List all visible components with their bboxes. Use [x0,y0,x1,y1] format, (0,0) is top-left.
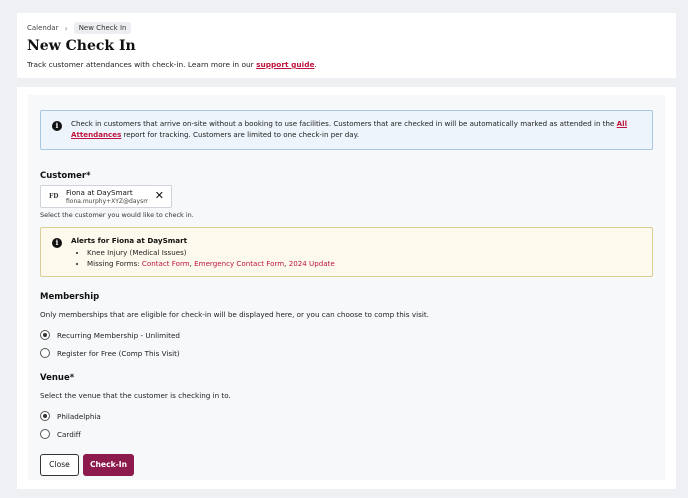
customer-name: Fiona at DaySmart [66,188,133,197]
info-icon: i [52,238,62,248]
chevron-right-icon: › [64,23,68,33]
page-description: Track customer attendances with check-in… [27,60,317,69]
membership-description: Only memberships that are eligible for c… [40,310,429,319]
customer-selector[interactable]: FD Fiona at DaySmart fiona.murphy+XYZ@da… [40,185,172,208]
customer-email: fiona.murphy+XYZ@daysma [66,198,148,205]
contact-form-link[interactable]: Contact Form [142,259,190,268]
customer-label: Customer* [40,171,91,181]
venue-label: Venue* [40,373,75,383]
breadcrumb-current: New Check In [73,22,132,34]
radio-button-selected[interactable] [40,330,50,340]
alerts-title: Alerts for Fiona at DaySmart [71,236,188,245]
customer-helper-text: Select the customer you would like to ch… [40,211,194,219]
check-in-form-card: i Check in customers that arrive on-site… [17,87,676,489]
venue-option-label: Philadelphia [57,411,101,421]
emergency-contact-form-link[interactable]: Emergency Contact Form [194,259,284,268]
membership-option-label: Register for Free (Comp This Visit) [57,348,180,358]
info-banner: i Check in customers that arrive on-site… [40,110,653,150]
page-title: New Check In [27,38,136,54]
venue-option-label: Cardiff [57,429,81,439]
page-description-end: . [314,60,317,69]
info-text-start: Check in customers that arrive on-site w… [71,119,617,128]
info-banner-text: Check in customers that arrive on-site w… [71,119,646,140]
radio-button-selected[interactable] [40,411,50,421]
close-button[interactable]: Close [40,454,79,476]
venue-description: Select the venue that the customer is ch… [40,391,231,400]
alert-item-missing-forms: Missing Forms: Contact Form, Emergency C… [87,258,335,269]
membership-option-label: Recurring Membership - Unlimited [57,330,180,340]
venue-option-cardiff[interactable]: Cardiff [40,429,81,439]
breadcrumb-calendar-link[interactable]: Calendar [27,24,58,32]
alert-item: Knee Injury (Medical Issues) [87,247,335,258]
alerts-list: Knee Injury (Medical Issues) Missing For… [87,247,335,269]
support-guide-link[interactable]: support guide [256,60,314,69]
customer-avatar: FD [49,193,59,200]
customer-alerts: i Alerts for Fiona at DaySmart Knee Inju… [40,227,653,277]
check-in-form: i Check in customers that arrive on-site… [28,95,665,480]
missing-forms-label: Missing Forms: [87,259,142,268]
membership-option-recurring[interactable]: Recurring Membership - Unlimited [40,330,180,340]
radio-button[interactable] [40,429,50,439]
membership-option-comp[interactable]: Register for Free (Comp This Visit) [40,348,180,358]
page-description-text: Track customer attendances with check-in… [27,60,257,69]
close-icon[interactable]: ✕ [155,190,164,202]
2024-update-link[interactable]: 2024 Update [289,259,335,268]
check-in-button[interactable]: Check-In [83,454,134,476]
info-text-end: report for tracking. Customers are limit… [121,129,360,139]
page-header: Calendar › New Check In New Check In Tra… [17,13,676,78]
venue-option-philadelphia[interactable]: Philadelphia [40,411,101,421]
breadcrumb: Calendar › New Check In [27,22,132,34]
radio-button[interactable] [40,348,50,358]
membership-label: Membership [40,292,100,302]
info-icon: i [52,121,62,131]
